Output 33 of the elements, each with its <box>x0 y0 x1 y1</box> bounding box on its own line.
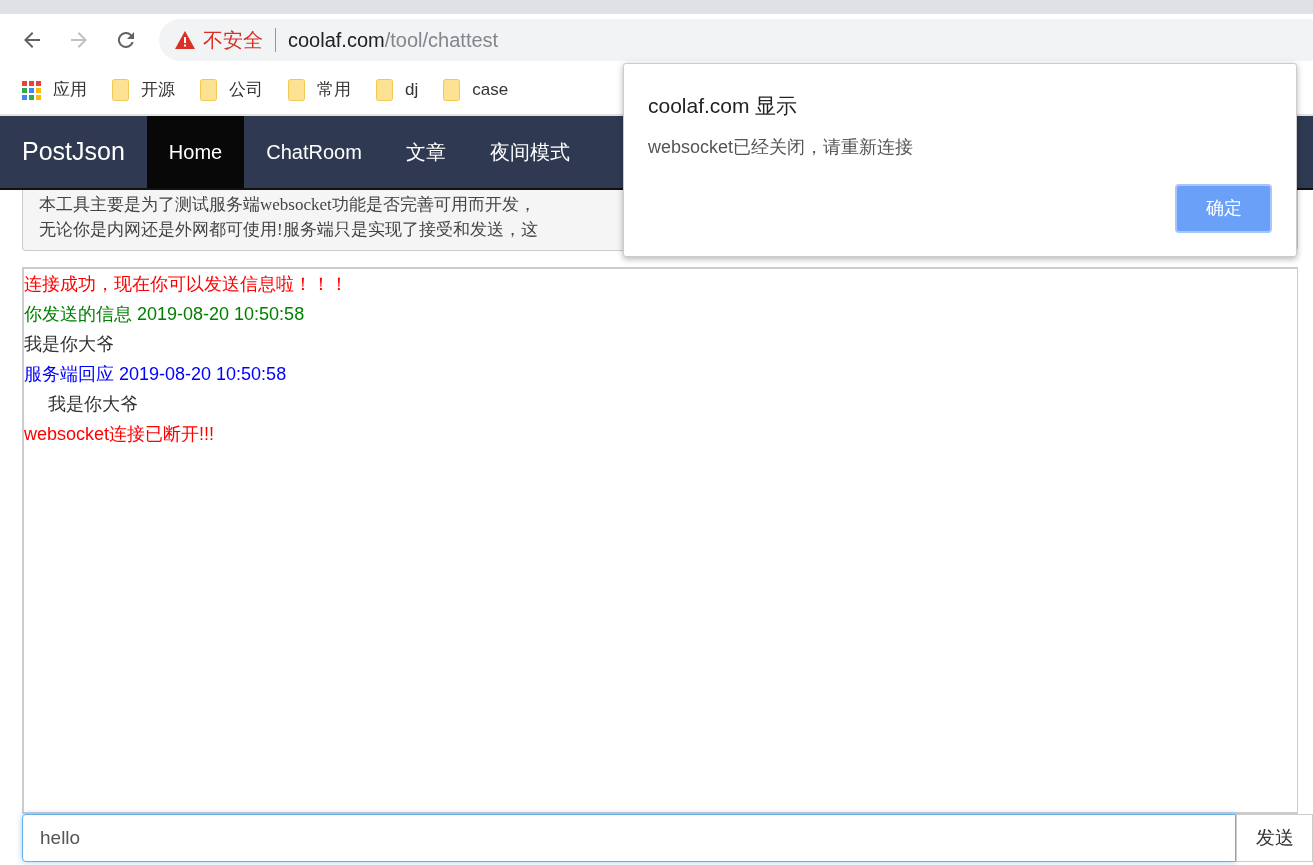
chat-message: 我是你大爷 <box>24 333 115 356</box>
bookmark[interactable]: dj <box>376 77 419 103</box>
chat-message: 你发送的信息 2019-08-20 10:50:58 <box>24 303 306 326</box>
message-input[interactable]: hello <box>22 814 1236 862</box>
brand-title[interactable]: PostJson <box>0 133 147 171</box>
chat-message: websocket连接已断开!!! <box>24 423 216 446</box>
dialog-title: coolaf.com 显示 <box>648 93 799 119</box>
bookmark[interactable]: case <box>443 77 509 103</box>
warning-icon <box>175 31 195 49</box>
dialog-message: websocket已经关闭，请重新连接 <box>648 135 915 159</box>
address-bar[interactable]: 不安全 coolaf.com/tool/chattest <box>159 19 1313 61</box>
bookmark[interactable]: 公司 <box>200 77 263 103</box>
folder-icon <box>443 79 461 101</box>
nav-link[interactable]: ChatRoom <box>244 116 384 188</box>
bookmark[interactable]: 开源 <box>112 77 175 103</box>
intro-text: 本工具主要是为了测试服务端websocket功能是否完善可用而开发， <box>39 194 536 216</box>
folder-icon <box>376 79 393 101</box>
folder-icon <box>200 79 217 101</box>
send-button[interactable]: 发送 <box>1236 814 1313 862</box>
bookmark[interactable]: 常用 <box>288 77 351 103</box>
folder-icon <box>112 79 129 101</box>
intro-text: 无论你是内网还是外网都可使用!服务端只是实现了接受和发送，这 <box>39 219 538 241</box>
bookmark[interactable]: 应用 <box>22 77 87 103</box>
chat-message: 服务端回应 2019-08-20 10:50:58 <box>24 363 288 386</box>
chat-message: 我是你大爷 <box>47 393 139 416</box>
nav-link[interactable]: 夜间模式 <box>467 116 592 188</box>
apps-grid-icon <box>22 80 41 100</box>
nav-link[interactable]: 文章 <box>383 116 468 188</box>
folder-icon <box>288 79 305 101</box>
url-text: coolaf.com/tool/chattest <box>288 28 499 53</box>
chat-message: 连接成功，现在你可以发送信息啦！！！ <box>24 273 349 296</box>
security-label: 不安全 <box>203 28 263 53</box>
nav-link[interactable]: Home <box>146 116 245 188</box>
